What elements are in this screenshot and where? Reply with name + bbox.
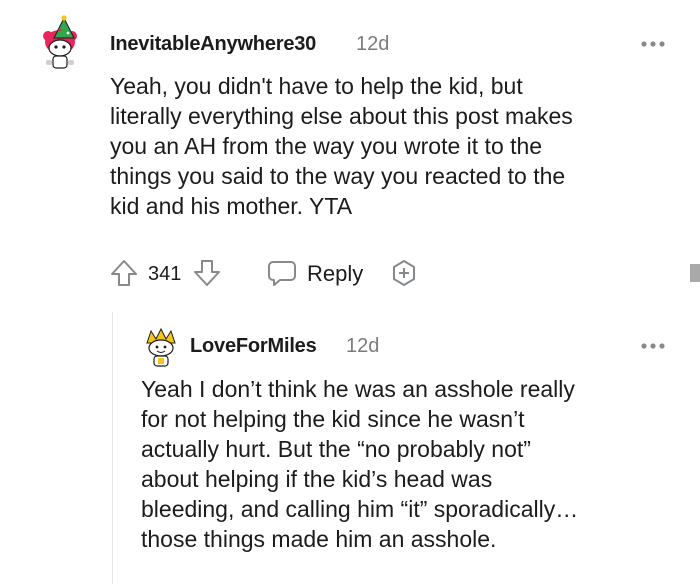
reply-username[interactable]: LoveForMiles — [190, 335, 317, 358]
snoo-avatar-icon — [146, 327, 176, 367]
reply-line: those things made him an asshole. — [141, 526, 497, 552]
reply-button[interactable]: Reply — [307, 261, 363, 287]
snoo-avatar-icon — [43, 15, 77, 69]
more-options-icon[interactable] — [640, 36, 666, 47]
more-options-icon[interactable] — [640, 338, 666, 349]
reply-line: for not helping the kid since he wasn’t — [141, 406, 525, 432]
reply-timestamp: 12d — [346, 335, 380, 357]
comment-username[interactable]: InevitableAnywhere30 — [110, 33, 316, 56]
comment-line: literally everything else about this pos… — [110, 103, 573, 129]
user-avatar[interactable] — [142, 327, 180, 369]
award-plus-icon[interactable] — [389, 258, 419, 288]
reply-line: about helping if the kid’s head was — [141, 466, 493, 492]
upvote-arrow-icon[interactable] — [109, 258, 139, 288]
comment-line: you an AH from the way you wrote it to t… — [110, 133, 543, 159]
chat-bubble-icon[interactable] — [266, 258, 298, 288]
comment-line: Yeah, you didn't have to help the kid, b… — [110, 73, 523, 99]
downvote-arrow-icon[interactable] — [192, 258, 222, 288]
comment-timestamp: 12d — [356, 33, 390, 55]
scrollbar-thumb[interactable] — [690, 264, 700, 282]
reply-line: bleeding, and calling him “it” sporadica… — [141, 496, 579, 522]
user-avatar[interactable] — [38, 12, 88, 74]
reply-line: actually hurt. But the “no probably not” — [141, 436, 531, 462]
comment-line: things you said to the way you reacted t… — [110, 163, 566, 189]
reply-line: Yeah I don’t think he was an asshole rea… — [141, 376, 575, 402]
reply-body: Yeah I don’t think he was an asshole rea… — [141, 374, 691, 554]
comment-line: kid and his mother. YTA — [110, 193, 353, 219]
vote-score: 341 — [148, 263, 182, 285]
comment-body: Yeah, you didn't have to help the kid, b… — [110, 71, 690, 221]
thread-line[interactable] — [112, 312, 113, 584]
